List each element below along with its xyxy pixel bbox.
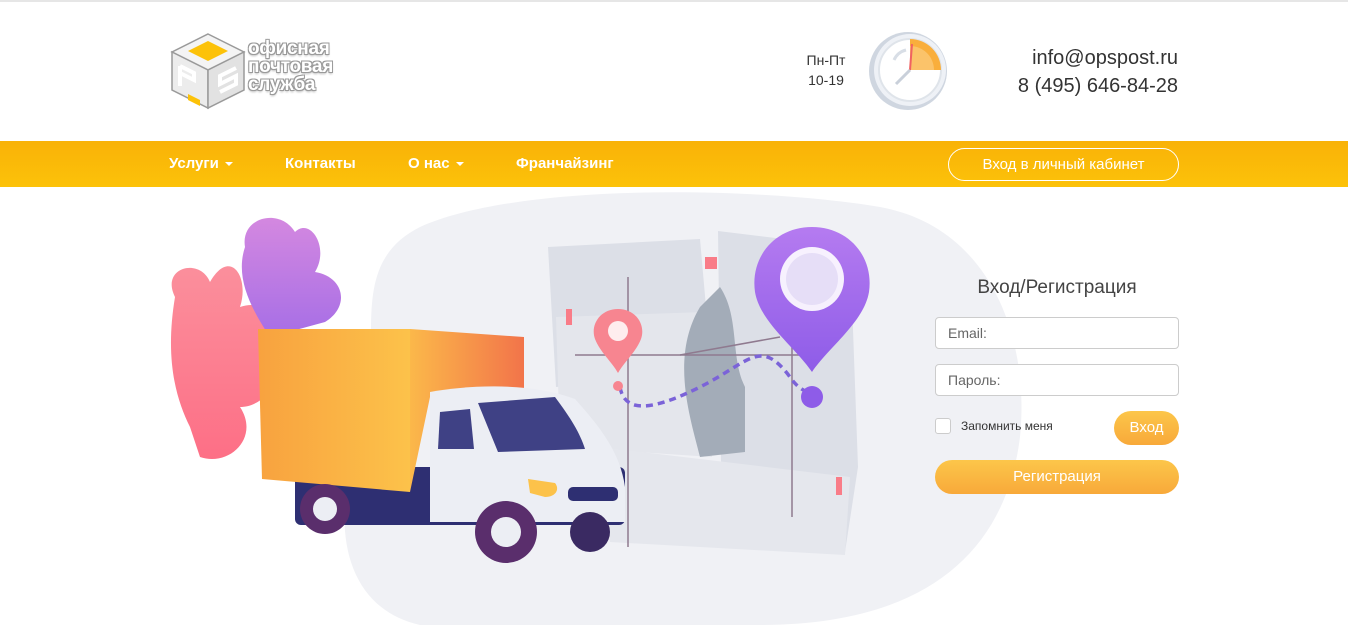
remember-label: Запомнить меня <box>961 419 1053 433</box>
nav-item-label: Франчайзинг <box>516 155 614 172</box>
logo-line-3: служба <box>248 74 316 95</box>
auth-form-title: Вход/Регистрация <box>977 277 1137 298</box>
nav-item-franchise[interactable]: Франчайзинг <box>516 141 614 187</box>
hours-days: Пн-Пт <box>806 52 846 68</box>
contacts-block: info@opspost.ru 8 (495) 646-84-28 <box>1000 44 1178 100</box>
password-field[interactable] <box>935 364 1179 396</box>
nav-item-services[interactable]: Услуги <box>169 141 233 187</box>
remember-me: Запомнить меня <box>935 417 1053 435</box>
nav-item-label: О нас <box>408 155 450 172</box>
logo-cube-icon <box>170 33 246 110</box>
caret-down-icon <box>224 162 233 167</box>
logo-text: офисная почтовая служба <box>248 39 333 95</box>
clock-icon <box>866 30 950 119</box>
logo[interactable]: офисная почтовая служба <box>170 32 350 112</box>
hero-section <box>0 187 1348 625</box>
nav-item-contacts[interactable]: Контакты <box>285 141 356 187</box>
nav-item-label: Услуги <box>169 155 219 172</box>
working-hours: Пн-Пт 10-19 <box>800 50 852 90</box>
main-nav: Услуги Контакты О нас Франчайзинг Вход в… <box>0 141 1348 187</box>
nav-item-label: Контакты <box>285 155 356 172</box>
caret-down-icon <box>455 162 464 167</box>
register-button[interactable]: Регистрация <box>935 460 1179 494</box>
email-link[interactable]: info@opspost.ru <box>1000 44 1178 72</box>
account-login-button[interactable]: Вход в личный кабинет <box>948 148 1179 181</box>
site-header: офисная почтовая служба Пн-Пт 10-19 info… <box>0 2 1348 141</box>
hours-time: 10-19 <box>808 72 844 88</box>
phone-link[interactable]: 8 (495) 646-84-28 <box>1000 72 1178 100</box>
login-submit-button[interactable]: Вход <box>1114 411 1179 445</box>
delivery-illustration <box>170 192 1022 625</box>
remember-checkbox[interactable] <box>935 418 951 434</box>
nav-item-about[interactable]: О нас <box>408 141 464 187</box>
email-field[interactable] <box>935 317 1179 349</box>
